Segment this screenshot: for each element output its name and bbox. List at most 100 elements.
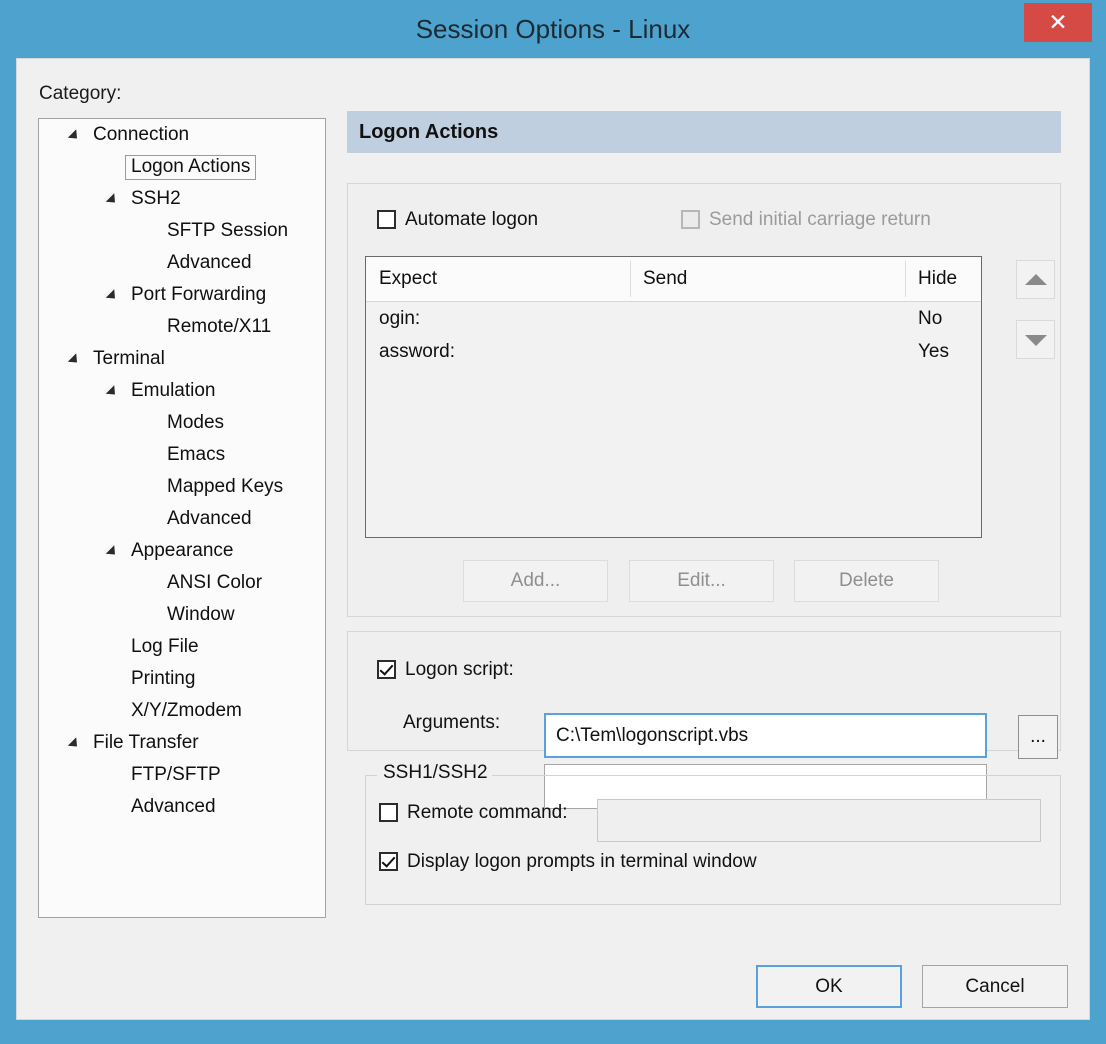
table-row[interactable]: ogin: No	[366, 302, 981, 335]
add-button[interactable]: Add...	[463, 560, 608, 602]
triangle-down-icon	[1024, 334, 1047, 346]
display-logon-prompts-label: Display logon prompts in terminal window	[407, 851, 757, 872]
sidebar-item-label: Advanced	[167, 252, 252, 273]
sidebar-item-advanced[interactable]: Advanced	[39, 247, 325, 279]
move-down-button[interactable]	[1016, 320, 1055, 359]
sidebar-item-label: ANSI Color	[167, 572, 263, 593]
sidebar-item-advanced[interactable]: Advanced	[39, 791, 325, 823]
pane-header: Logon Actions	[347, 111, 1061, 153]
category-tree[interactable]: Connection Logon Actions SSH2 SFTP Session A…	[38, 118, 326, 918]
cancel-button[interactable]: Cancel	[922, 965, 1068, 1008]
edit-button[interactable]: Edit...	[629, 560, 774, 602]
cell-expect: ogin:	[379, 308, 421, 329]
sidebar-item-port-forwarding[interactable]: Port Forwarding	[39, 279, 325, 311]
sidebar-item-mapped-keys[interactable]: Mapped Keys	[39, 471, 325, 503]
page-title: Logon Actions	[359, 121, 499, 143]
sidebar-item-label: Advanced	[131, 796, 216, 817]
display-logon-prompts-checkbox[interactable]	[379, 852, 398, 871]
sidebar-item-modes[interactable]: Modes	[39, 407, 325, 439]
logon-actions-table[interactable]: Expect Send Hide ogin: No assword: Yes	[365, 256, 982, 538]
sidebar-item-x-y-zmodem[interactable]: X/Y/Zmodem	[39, 695, 325, 727]
delete-button[interactable]: Delete	[794, 560, 939, 602]
sidebar-item-label: Emacs	[167, 444, 226, 465]
sidebar-item-label: Mapped Keys	[167, 476, 284, 497]
table-body[interactable]: ogin: No assword: Yes	[366, 302, 981, 368]
sidebar-item-label: Port Forwarding	[131, 284, 267, 305]
dialog-client-area: Category: Connection Logon Actions SSH2 SFT…	[16, 58, 1090, 1020]
sidebar-item-label: SSH2	[131, 188, 181, 209]
sidebar-item-label: Advanced	[167, 508, 252, 529]
sidebar-item-label: Logon Actions	[125, 155, 257, 180]
automate-logon-row[interactable]: Automate logon	[377, 209, 538, 231]
title-bar: Session Options - Linux ✕	[0, 0, 1106, 58]
send-initial-cr-label: Send initial carriage return	[709, 209, 931, 230]
cell-hide: No	[918, 308, 943, 329]
automate-logon-label: Automate logon	[405, 209, 539, 230]
expander-triangle-icon[interactable]	[105, 193, 120, 207]
display-logon-prompts-row[interactable]: Display logon prompts in terminal window	[379, 851, 757, 873]
cell-hide: Yes	[918, 341, 949, 362]
cell-expect: assword:	[379, 341, 456, 362]
sidebar-item-label: Log File	[131, 636, 199, 657]
automate-logon-checkbox[interactable]	[377, 210, 396, 229]
sidebar-item-label: SFTP Session	[167, 220, 289, 241]
sidebar-item-window[interactable]: Window	[39, 599, 325, 631]
table-row[interactable]: assword: Yes	[366, 335, 981, 368]
expander-triangle-icon[interactable]	[67, 737, 82, 751]
sidebar-item-log-file[interactable]: Log File	[39, 631, 325, 663]
session-options-dialog: Session Options - Linux ✕ Category: Conn…	[0, 0, 1106, 1044]
arguments-label: Arguments:	[403, 712, 501, 733]
window-title: Session Options - Linux	[415, 14, 691, 44]
remote-command-checkbox[interactable]	[379, 803, 398, 822]
sidebar-item-label: File Transfer	[93, 732, 199, 753]
cell-send	[630, 335, 905, 368]
remote-command-input[interactable]	[597, 799, 1041, 842]
sidebar-item-label: FTP/SFTP	[131, 764, 221, 785]
sidebar-item-remote-x11[interactable]: Remote/X11	[39, 311, 325, 343]
sidebar-item-terminal[interactable]: Terminal	[39, 343, 325, 375]
cell-send	[630, 302, 905, 335]
sidebar-item-emulation[interactable]: Emulation	[39, 375, 325, 407]
expander-triangle-icon[interactable]	[67, 129, 82, 143]
ssh-group-legend: SSH1/SSH2	[379, 762, 492, 784]
sidebar-item-sftp-session[interactable]: SFTP Session	[39, 215, 325, 247]
remote-command-label: Remote command:	[407, 802, 568, 823]
sidebar-item-label: Printing	[131, 668, 196, 689]
sidebar-item-ansi-color[interactable]: ANSI Color	[39, 567, 325, 599]
sidebar-item-file-transfer[interactable]: File Transfer	[39, 727, 325, 759]
sidebar-item-label: X/Y/Zmodem	[131, 700, 242, 721]
category-label: Category:	[39, 83, 122, 104]
send-initial-cr-row[interactable]: Send initial carriage return	[681, 209, 931, 231]
logon-script-row[interactable]: Logon script:	[377, 659, 514, 681]
expander-triangle-icon[interactable]	[67, 353, 82, 367]
sidebar-item-printing[interactable]: Printing	[39, 663, 325, 695]
sidebar-item-label: Connection	[93, 124, 190, 145]
column-header-send[interactable]: Send	[630, 257, 905, 301]
sidebar-item-label: Modes	[167, 412, 225, 433]
sidebar-item-label: Remote/X11	[167, 316, 272, 337]
triangle-up-icon	[1024, 273, 1047, 285]
close-icon[interactable]: ✕	[1024, 3, 1092, 42]
send-initial-cr-checkbox[interactable]	[681, 210, 700, 229]
ok-button[interactable]: OK	[756, 965, 902, 1008]
logon-script-checkbox[interactable]	[377, 660, 396, 679]
expander-triangle-icon[interactable]	[105, 289, 120, 303]
sidebar-item-emacs[interactable]: Emacs	[39, 439, 325, 471]
sidebar-item-advanced[interactable]: Advanced	[39, 503, 325, 535]
expander-triangle-icon[interactable]	[105, 545, 120, 559]
sidebar-item-ftp-sftp[interactable]: FTP/SFTP	[39, 759, 325, 791]
sidebar-item-logon-actions[interactable]: Logon Actions	[39, 151, 325, 183]
sidebar-item-label: Appearance	[131, 540, 234, 561]
table-header-row: Expect Send Hide	[366, 257, 981, 302]
column-header-hide[interactable]: Hide	[905, 257, 981, 301]
logon-script-input[interactable]	[544, 713, 987, 758]
sidebar-item-appearance[interactable]: Appearance	[39, 535, 325, 567]
move-up-button[interactable]	[1016, 260, 1055, 299]
expander-triangle-icon[interactable]	[105, 385, 120, 399]
sidebar-item-label: Terminal	[93, 348, 165, 369]
remote-command-row[interactable]: Remote command:	[379, 802, 568, 824]
column-header-expect[interactable]: Expect	[366, 257, 630, 301]
browse-button[interactable]: ...	[1018, 715, 1058, 759]
sidebar-item-ssh2[interactable]: SSH2	[39, 183, 325, 215]
sidebar-item-connection[interactable]: Connection	[39, 119, 325, 151]
